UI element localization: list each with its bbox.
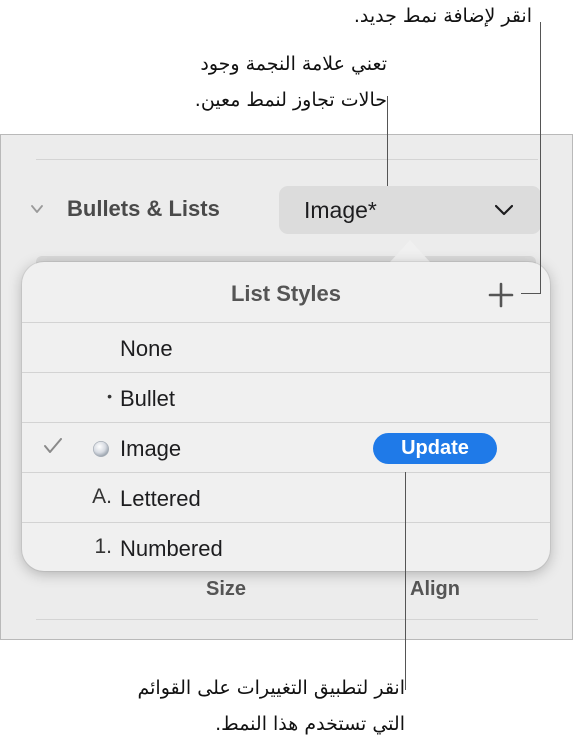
numbered-marker: 1. bbox=[94, 535, 112, 558]
align-column-label: Align bbox=[410, 578, 460, 600]
list-style-row-lettered[interactable]: A. Lettered bbox=[22, 472, 550, 521]
bullet-marker: • bbox=[107, 388, 112, 404]
update-button[interactable]: Update bbox=[373, 433, 497, 464]
callout-add-style: انقر لإضافة نمط جديد. bbox=[353, 5, 532, 27]
list-style-label: Numbered bbox=[120, 536, 223, 561]
chevron-down-icon bbox=[495, 204, 513, 216]
section-divider-top bbox=[36, 159, 538, 160]
popover-title: List Styles bbox=[230, 281, 342, 306]
callout-asterisk-line1: تعني علامة النجمة وجود bbox=[200, 53, 387, 75]
callout-update-line1: انقر لتطبيق التغييرات على القوائم bbox=[137, 677, 406, 699]
image-bullet-icon bbox=[92, 440, 110, 458]
leader-add-style-vertical bbox=[540, 22, 541, 294]
leader-add-style-horizontal bbox=[521, 293, 541, 294]
list-style-label: Image bbox=[120, 436, 182, 461]
list-style-label: None bbox=[120, 336, 173, 361]
list-style-label: Lettered bbox=[120, 486, 201, 511]
list-styles-popover: List Styles None • Bullet Image Update A… bbox=[22, 262, 550, 571]
disclosure-chevron-icon[interactable] bbox=[31, 203, 43, 215]
callout-asterisk-line2: حالات تجاوز لنمط معين. bbox=[194, 89, 387, 111]
size-column-label: Size bbox=[206, 578, 247, 600]
popover-arrow bbox=[390, 240, 430, 262]
leader-asterisk bbox=[387, 96, 388, 186]
list-style-label: Bullet bbox=[120, 386, 176, 411]
list-style-row-bullet[interactable]: • Bullet bbox=[22, 372, 550, 421]
leader-update bbox=[405, 472, 406, 690]
list-style-row-numbered[interactable]: 1. Numbered bbox=[22, 522, 550, 571]
list-style-popup[interactable]: Image* bbox=[279, 186, 541, 234]
lettered-marker: A. bbox=[92, 485, 112, 508]
checkmark-icon bbox=[44, 438, 62, 453]
section-title[interactable]: Bullets & Lists bbox=[67, 196, 220, 222]
callout-update-line2: التي تستخدم هذا النمط. bbox=[215, 713, 405, 735]
list-style-row-image[interactable]: Image Update bbox=[22, 422, 550, 471]
list-style-popup-value: Image* bbox=[304, 197, 377, 223]
add-style-plus-icon[interactable] bbox=[488, 282, 514, 308]
section-divider-bottom bbox=[36, 619, 538, 620]
list-style-row-none[interactable]: None bbox=[22, 322, 550, 371]
